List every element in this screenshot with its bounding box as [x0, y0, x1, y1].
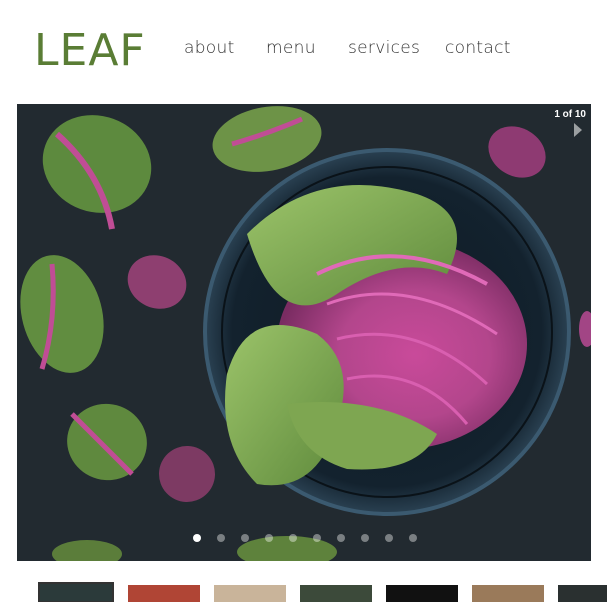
slide-dot[interactable] [289, 534, 297, 542]
thumbnail[interactable] [38, 582, 114, 602]
slide-counter: 1 of 10 [554, 109, 586, 120]
slide-dot[interactable] [241, 534, 249, 542]
slide-dot[interactable] [265, 534, 273, 542]
slide-dot[interactable] [409, 534, 417, 542]
nav-item-services[interactable]: services [348, 38, 420, 58]
slide-dot[interactable] [337, 534, 345, 542]
slide-dot[interactable] [217, 534, 225, 542]
thumbnail[interactable] [128, 585, 200, 602]
nav-item-menu[interactable]: menu [266, 38, 316, 58]
thumbnail[interactable] [472, 585, 544, 602]
thumbnail[interactable] [386, 585, 458, 602]
slide-image [17, 104, 591, 561]
slide-dot[interactable] [385, 534, 393, 542]
nav-item-about[interactable]: about [184, 38, 235, 58]
slide-dot[interactable] [193, 534, 201, 542]
thumbnail-strip [0, 582, 607, 602]
slide-dots [17, 534, 591, 546]
chevron-right-icon[interactable] [574, 123, 582, 137]
thumbnail[interactable] [214, 585, 286, 602]
image-slideshow[interactable]: 1 of 10 [17, 104, 591, 561]
thumbnail[interactable] [558, 585, 607, 602]
nav-item-contact[interactable]: contact [445, 38, 511, 58]
slide-dot[interactable] [361, 534, 369, 542]
slide-dot[interactable] [313, 534, 321, 542]
thumbnail[interactable] [300, 585, 372, 602]
site-logo[interactable]: LEAF [34, 26, 146, 76]
